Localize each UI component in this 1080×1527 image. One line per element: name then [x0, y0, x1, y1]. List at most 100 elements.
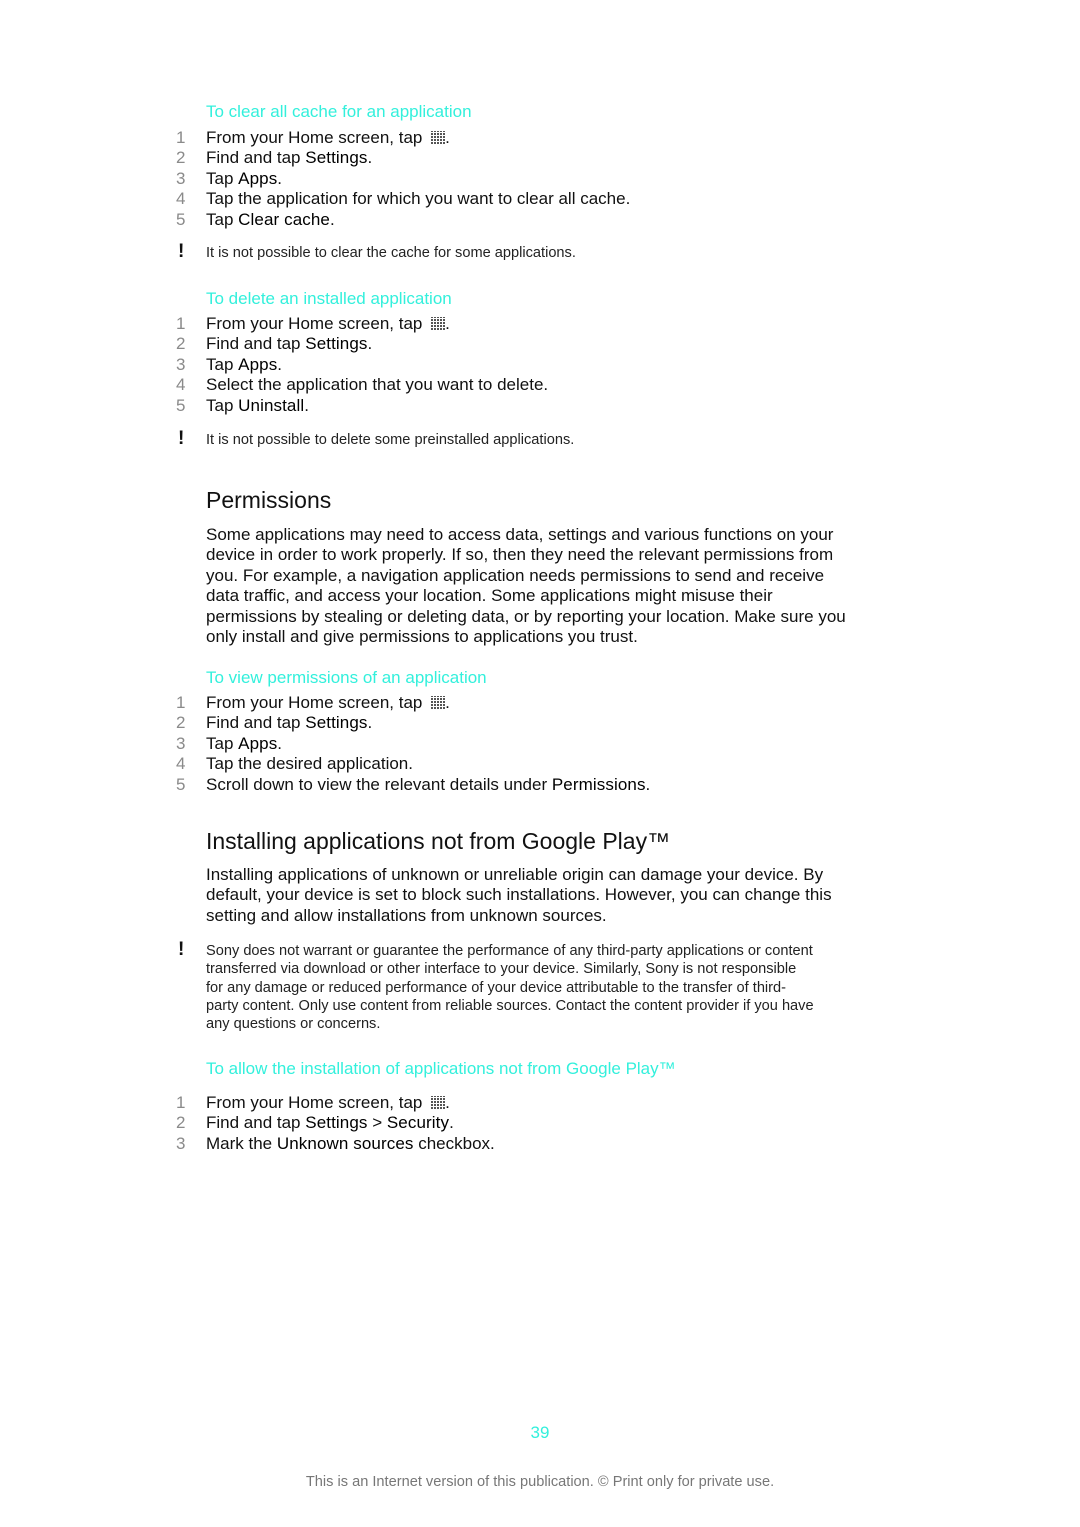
step-text-part: Select the application that you want to …	[206, 375, 549, 395]
step-text-part: .	[277, 354, 283, 374]
text-line: any questions or concerns.	[206, 1016, 381, 1033]
step-text-part: Tap the application for which you want t…	[206, 189, 631, 209]
text-line: data traffic, and access your location. …	[206, 586, 773, 606]
footer-notice: This is an Internet version of this publ…	[305, 1474, 775, 1490]
step-text-part: .	[367, 148, 373, 168]
text-line: device in order to work properly. If so,…	[206, 545, 834, 565]
section-heading-permissions: Permissions	[206, 487, 332, 513]
note-text: Sony does not warrant or guarantee the p…	[206, 942, 906, 1033]
step-number: 4	[176, 189, 186, 209]
step-number: 1	[176, 1093, 186, 1112]
ui-term: Clear cache	[238, 209, 330, 229]
text-line: Some applications may need to access dat…	[206, 525, 834, 544]
step-text-part: Tap	[206, 395, 239, 415]
step-number: 3	[176, 168, 186, 188]
step-text-part: Tap	[206, 168, 239, 188]
step-text-part: Tap	[206, 354, 239, 374]
step-text: Find and tap Settings.	[206, 713, 372, 733]
step-text-part: Find and tap	[206, 713, 306, 733]
step-text: Find and tap Settings.	[206, 148, 372, 168]
ui-term: Settings	[305, 713, 368, 733]
step-text-part: From your Home screen, tap	[206, 1093, 428, 1112]
text-line: party content. Only use content from rel…	[206, 997, 814, 1014]
step-text-part: Tap	[206, 209, 239, 229]
step-text: Find and tap Settings.	[206, 334, 372, 354]
step-text: Tap Apps.	[206, 734, 282, 754]
step-text-part: checkbox.	[413, 1133, 495, 1153]
permissions-paragraph: Some applications may need to access dat…	[206, 525, 906, 647]
step-text: From your Home screen, tap .	[206, 314, 450, 334]
step-text-part: Find and tap	[206, 334, 306, 354]
step-text-part: .	[329, 209, 335, 229]
step-number: 2	[176, 713, 186, 733]
step-number: 3	[176, 354, 186, 374]
step-text: Find and tap Settings > Security.	[206, 1113, 454, 1133]
ui-term: Permissions	[551, 774, 646, 794]
step-text: From your Home screen, tap .	[206, 693, 450, 713]
ui-term: Settings	[305, 1113, 368, 1133]
text-line: only install and give permissions to app…	[206, 627, 638, 647]
text-line: setting and allow installations from unk…	[206, 905, 607, 925]
section-heading-google-play: Installing applications not from Google …	[206, 828, 671, 854]
procedure-title-clear-cache: To clear all cache for an application	[206, 102, 472, 121]
step-number: 2	[176, 334, 186, 354]
step-number: 2	[176, 148, 186, 168]
text-line: transferred via download or other interf…	[206, 961, 797, 978]
ui-term: Security	[386, 1113, 450, 1133]
step-text: Mark the Unknown sources checkbox.	[206, 1134, 495, 1154]
step-number: 1	[176, 128, 186, 147]
step-text-part: Mark the	[206, 1133, 277, 1153]
step-text: Scroll down to view the relevant details…	[206, 775, 650, 795]
step-text: Tap Apps.	[206, 355, 282, 375]
step-number: 3	[176, 1133, 186, 1153]
ui-term: Settings	[305, 148, 368, 168]
note-text: It is not possible to clear the cache fo…	[206, 245, 576, 261]
step-text-part: .	[449, 1113, 454, 1133]
step-number: 5	[176, 774, 186, 794]
ui-term: Apps	[238, 168, 278, 188]
step-number: 1	[176, 693, 186, 712]
text-line: for any damage or reduced performance of…	[206, 979, 787, 996]
note-text: It is not possible to delete some preins…	[206, 432, 575, 448]
step-text-part: .	[277, 168, 283, 188]
ui-term: Apps	[238, 354, 278, 374]
text-line: default, your device is set to block suc…	[206, 885, 832, 905]
step-number: 2	[176, 1113, 186, 1133]
text-line: you. For example, a navigation applicati…	[206, 565, 825, 585]
step-number: 3	[176, 733, 186, 753]
step-number: 4	[176, 375, 186, 395]
warning-icon: !	[178, 428, 185, 449]
step-text-part: .	[367, 334, 373, 354]
step-text-part: .	[304, 395, 309, 415]
step-text-part: >	[367, 1113, 387, 1133]
apps-grid-icon	[431, 1096, 446, 1109]
step-text-part: .	[645, 774, 651, 794]
page-number: 39	[530, 1423, 550, 1442]
google-play-paragraph: Installing applications of unknown or un…	[206, 865, 906, 926]
step-number: 5	[176, 209, 186, 229]
step-number: 5	[176, 395, 186, 415]
text-line: Installing applications of unknown or un…	[206, 865, 824, 884]
step-text-part: From your Home screen, tap	[206, 693, 428, 712]
procedure-title-view-permissions: To view permissions of an application	[206, 668, 487, 687]
step-text: Tap the application for which you want t…	[206, 189, 630, 209]
step-text: From your Home screen, tap .	[206, 128, 450, 148]
ui-term: Uninstall	[238, 395, 305, 415]
ui-term: Settings	[305, 334, 368, 354]
step-text-part: .	[445, 1093, 450, 1112]
apps-grid-icon	[431, 131, 446, 144]
step-text-part: Tap the desired application.	[206, 754, 413, 774]
document-page: To clear all cache for an application 1 F…	[0, 0, 1080, 1527]
step-text-part: Find and tap	[206, 1113, 306, 1133]
text-line: Sony does not warrant or guarantee the p…	[206, 943, 813, 959]
step-text-part: .	[367, 713, 373, 733]
warning-icon: !	[178, 939, 185, 960]
step-text-part: Tap	[206, 733, 239, 753]
ui-term: Apps	[238, 733, 278, 753]
step-text: From your Home screen, tap .	[206, 1093, 450, 1113]
step-number: 4	[176, 754, 186, 774]
step-text: Tap Apps.	[206, 169, 282, 189]
procedure-title-allow-install: To allow the installation of application…	[206, 1059, 676, 1078]
step-text: Select the application that you want to …	[206, 375, 548, 395]
step-text-part: Find and tap	[206, 148, 306, 168]
